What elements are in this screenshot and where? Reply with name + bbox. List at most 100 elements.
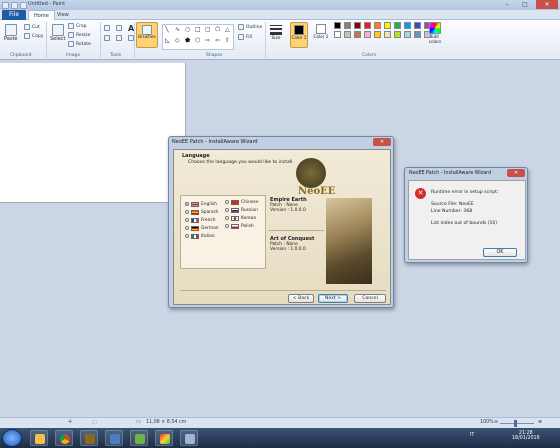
size-dropdown[interactable]: Size — [270, 24, 282, 41]
taskbar-app[interactable] — [130, 430, 148, 446]
napoleon-painting-image — [326, 198, 372, 284]
rounded-rectangle-shape-icon[interactable]: ▢ — [205, 27, 213, 36]
triangle-shape-icon[interactable]: △ — [225, 27, 233, 36]
color-swatch[interactable] — [374, 22, 381, 29]
resize-button[interactable]: Resize — [68, 32, 90, 38]
outline-dropdown[interactable]: Outline — [238, 24, 262, 30]
brushes-label: Brushes — [138, 35, 156, 40]
select-button[interactable]: Select — [50, 24, 65, 42]
language-option-french[interactable]: French — [185, 216, 219, 224]
color-swatch[interactable] — [334, 31, 341, 38]
curve-shape-icon[interactable]: ∿ — [175, 27, 183, 36]
spain-flag-icon — [191, 209, 199, 215]
brushes-button[interactable]: Brushes — [136, 22, 158, 48]
arrow-up-shape-icon[interactable]: ⇧ — [225, 38, 233, 47]
start-button[interactable] — [2, 429, 22, 447]
language-option-italian[interactable]: Italian — [185, 232, 219, 240]
file-menu-button[interactable]: File — [2, 10, 26, 20]
color-swatch[interactable] — [404, 22, 411, 29]
size-label: Size — [271, 36, 281, 41]
select-icon — [51, 24, 64, 36]
color-swatch[interactable] — [384, 22, 391, 29]
fill-bucket-icon[interactable] — [116, 25, 122, 31]
shapes-gallery[interactable]: ╲ ∿ ○ □ ▢ ⬠ △ ◺ ◇ ⬟ ⬡ ⇨ ⇦ ⇧ — [162, 24, 234, 50]
rotate-button[interactable]: Rotate — [68, 41, 91, 47]
color-swatch[interactable] — [354, 31, 361, 38]
color-swatch[interactable] — [344, 22, 351, 29]
cut-button[interactable]: Cut — [24, 24, 40, 30]
close-button[interactable]: ✕ — [536, 0, 558, 9]
color-swatch[interactable] — [344, 31, 351, 38]
language-option-russian[interactable]: Russian — [225, 206, 259, 214]
game-icon — [85, 434, 95, 444]
color-swatch[interactable] — [394, 22, 401, 29]
color-swatch[interactable] — [354, 22, 361, 29]
language-option-chinese[interactable]: Chinese — [225, 198, 259, 206]
pentagon-shape-icon[interactable]: ⬟ — [185, 38, 193, 47]
color-picker-icon[interactable] — [116, 35, 122, 41]
save-icon[interactable] — [11, 1, 18, 9]
polygon-shape-icon[interactable]: ⬠ — [215, 27, 223, 36]
color-swatch[interactable] — [384, 31, 391, 38]
tab-home[interactable]: Home — [28, 10, 55, 20]
color-swatch[interactable] — [414, 31, 421, 38]
taskbar-paint[interactable] — [155, 430, 173, 446]
color-swatch[interactable] — [364, 31, 371, 38]
tab-view[interactable]: View — [52, 10, 74, 20]
hexagon-shape-icon[interactable]: ⬡ — [195, 38, 203, 47]
arrow-left-shape-icon[interactable]: ⇦ — [215, 38, 223, 47]
copy-button[interactable]: Copy — [24, 33, 43, 39]
color-swatch[interactable] — [404, 31, 411, 38]
zoom-slider[interactable] — [500, 423, 534, 424]
back-button[interactable]: < Back — [288, 294, 314, 303]
taskbar-chrome[interactable] — [55, 430, 73, 446]
color1-button[interactable]: Color 1 — [290, 22, 308, 48]
taskbar-app[interactable] — [105, 430, 123, 446]
color-swatch[interactable] — [414, 22, 421, 29]
ok-button[interactable]: OK — [483, 248, 517, 257]
taskbar-installer[interactable] — [180, 430, 198, 446]
scissors-icon — [24, 24, 30, 30]
drawing-canvas[interactable] — [0, 63, 186, 203]
maximize-button[interactable]: □ — [516, 0, 534, 9]
right-triangle-shape-icon[interactable]: ◺ — [165, 38, 173, 47]
arrow-right-shape-icon[interactable]: ⇨ — [205, 38, 213, 47]
crop-button[interactable]: Crop — [68, 23, 87, 29]
error-dialog-close-button[interactable]: ✕ — [507, 169, 525, 177]
color-swatch[interactable] — [394, 31, 401, 38]
paste-button[interactable]: Paste — [4, 24, 18, 42]
language-option-spanish[interactable]: Spanish — [185, 208, 219, 216]
ribbon-tab-row — [0, 10, 560, 20]
minimize-button[interactable]: – — [498, 0, 516, 9]
diamond-shape-icon[interactable]: ◇ — [175, 38, 183, 47]
rectangle-shape-icon[interactable]: □ — [195, 27, 203, 36]
oval-shape-icon[interactable]: ○ — [185, 27, 193, 36]
color2-label: Color 2 — [313, 34, 329, 39]
taskbar-explorer[interactable] — [30, 430, 48, 446]
paint-app-icon[interactable] — [2, 1, 9, 9]
color2-button[interactable]: Color 2 — [312, 22, 330, 48]
taskbar-game[interactable] — [80, 430, 98, 446]
next-button[interactable]: Next > — [318, 294, 348, 303]
language-indicator[interactable]: IT — [470, 433, 474, 438]
zoom-in-icon[interactable]: ⊕ — [538, 420, 542, 425]
color-swatch[interactable] — [364, 22, 371, 29]
pencil-icon[interactable] — [104, 25, 110, 31]
cancel-button[interactable]: Cancel — [354, 294, 386, 303]
taskbar-clock[interactable]: 21:28 18/01/2016 — [512, 431, 540, 441]
language-option-german[interactable]: German — [185, 224, 219, 232]
language-option-korean[interactable]: Korean — [225, 214, 259, 222]
language-option-english[interactable]: English — [185, 200, 219, 208]
zoom-out-icon[interactable]: ⊖ — [494, 420, 498, 425]
crop-icon — [68, 23, 74, 29]
line-shape-icon[interactable]: ╲ — [165, 27, 173, 36]
edit-colors-button[interactable]: Edit colors — [426, 22, 444, 44]
zoom-slider-thumb[interactable] — [514, 420, 517, 427]
language-option-polish[interactable]: Polish — [225, 222, 259, 230]
eraser-icon[interactable] — [104, 35, 110, 41]
wizard-close-button[interactable]: ✕ — [373, 138, 391, 146]
color-swatch[interactable] — [374, 31, 381, 38]
undo-icon[interactable] — [20, 1, 27, 9]
fill-dropdown[interactable]: Fill — [238, 34, 252, 40]
color-swatch[interactable] — [334, 22, 341, 29]
